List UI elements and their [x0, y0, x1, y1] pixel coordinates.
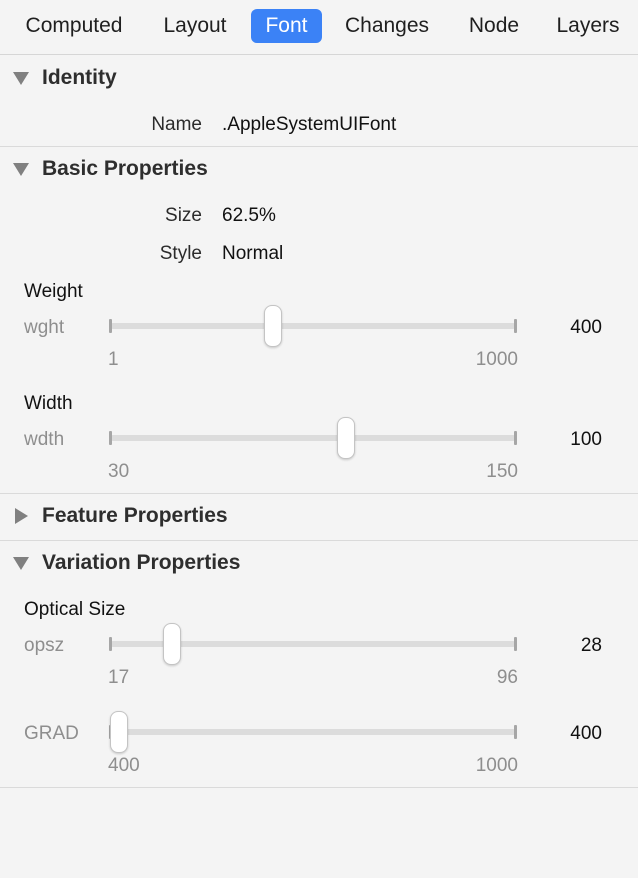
weight-value: 400 — [570, 317, 602, 338]
optical-size-title: Optical Size — [24, 599, 126, 620]
basic-properties-section-title: Basic Properties — [42, 157, 208, 180]
font-style-label: Style — [159, 243, 202, 264]
grad-slider[interactable] — [109, 711, 517, 753]
wght-axis-tag: wght — [24, 317, 65, 338]
variation-properties-section-title: Variation Properties — [42, 551, 241, 574]
width-max-label: 150 — [486, 461, 518, 482]
font-size-value: 62.5% — [222, 205, 276, 226]
width-min-label: 30 — [108, 461, 130, 482]
grad-slider-thumb[interactable] — [110, 711, 128, 753]
grad-value: 400 — [570, 723, 602, 744]
tab-changes[interactable]: Changes — [334, 9, 440, 43]
grad-max-label: 1000 — [475, 755, 518, 776]
disclosure-collapsed-icon[interactable] — [12, 507, 30, 525]
basic-properties-section-header[interactable]: Basic Properties — [0, 146, 638, 192]
tab-layers[interactable]: Layers — [544, 9, 632, 43]
weight-min-label: 1 — [108, 349, 119, 370]
identity-section-title: Identity — [42, 66, 117, 89]
slider-min-tick — [109, 637, 112, 651]
inspector-tab-bar: Computed Layout Font Changes Node Layers — [0, 0, 638, 55]
identity-section-header[interactable]: Identity — [0, 55, 638, 101]
optical-size-slider[interactable] — [109, 623, 517, 665]
opsz-axis-tag: opsz — [24, 635, 65, 656]
disclosure-expanded-icon[interactable] — [12, 554, 30, 572]
tab-font[interactable]: Font — [251, 9, 322, 43]
optical-size-value: 28 — [580, 635, 602, 656]
disclosure-expanded-icon[interactable] — [12, 69, 30, 87]
disclosure-expanded-icon[interactable] — [12, 160, 30, 178]
tab-computed[interactable]: Computed — [12, 9, 136, 43]
optical-size-max-label: 96 — [496, 667, 518, 688]
slider-min-tick — [109, 431, 112, 445]
grad-min-label: 400 — [108, 755, 140, 776]
width-slider[interactable] — [109, 417, 517, 459]
optical-size-min-label: 17 — [108, 667, 130, 688]
weight-max-label: 1000 — [475, 349, 518, 370]
font-name-label: Name — [151, 114, 202, 135]
weight-slider[interactable] — [109, 305, 517, 347]
font-size-label: Size — [165, 205, 202, 226]
width-value: 100 — [570, 429, 602, 450]
width-title: Width — [24, 393, 73, 414]
slider-min-tick — [109, 319, 112, 333]
section-divider — [0, 787, 638, 788]
variation-properties-section-header[interactable]: Variation Properties — [0, 540, 638, 586]
grad-axis-tag: GRAD — [24, 723, 79, 744]
font-name-value: .AppleSystemUIFont — [222, 114, 397, 135]
weight-title: Weight — [24, 281, 83, 302]
optical-size-slider-thumb[interactable] — [162, 623, 181, 665]
tab-node[interactable]: Node — [457, 9, 531, 43]
wdth-axis-tag: wdth — [24, 429, 65, 450]
width-slider-thumb[interactable] — [337, 417, 356, 459]
font-style-value: Normal — [222, 243, 284, 264]
feature-properties-section-header[interactable]: Feature Properties — [0, 493, 638, 539]
weight-slider-thumb[interactable] — [264, 305, 283, 347]
tab-layout[interactable]: Layout — [150, 9, 240, 43]
feature-properties-section-title: Feature Properties — [42, 504, 228, 527]
